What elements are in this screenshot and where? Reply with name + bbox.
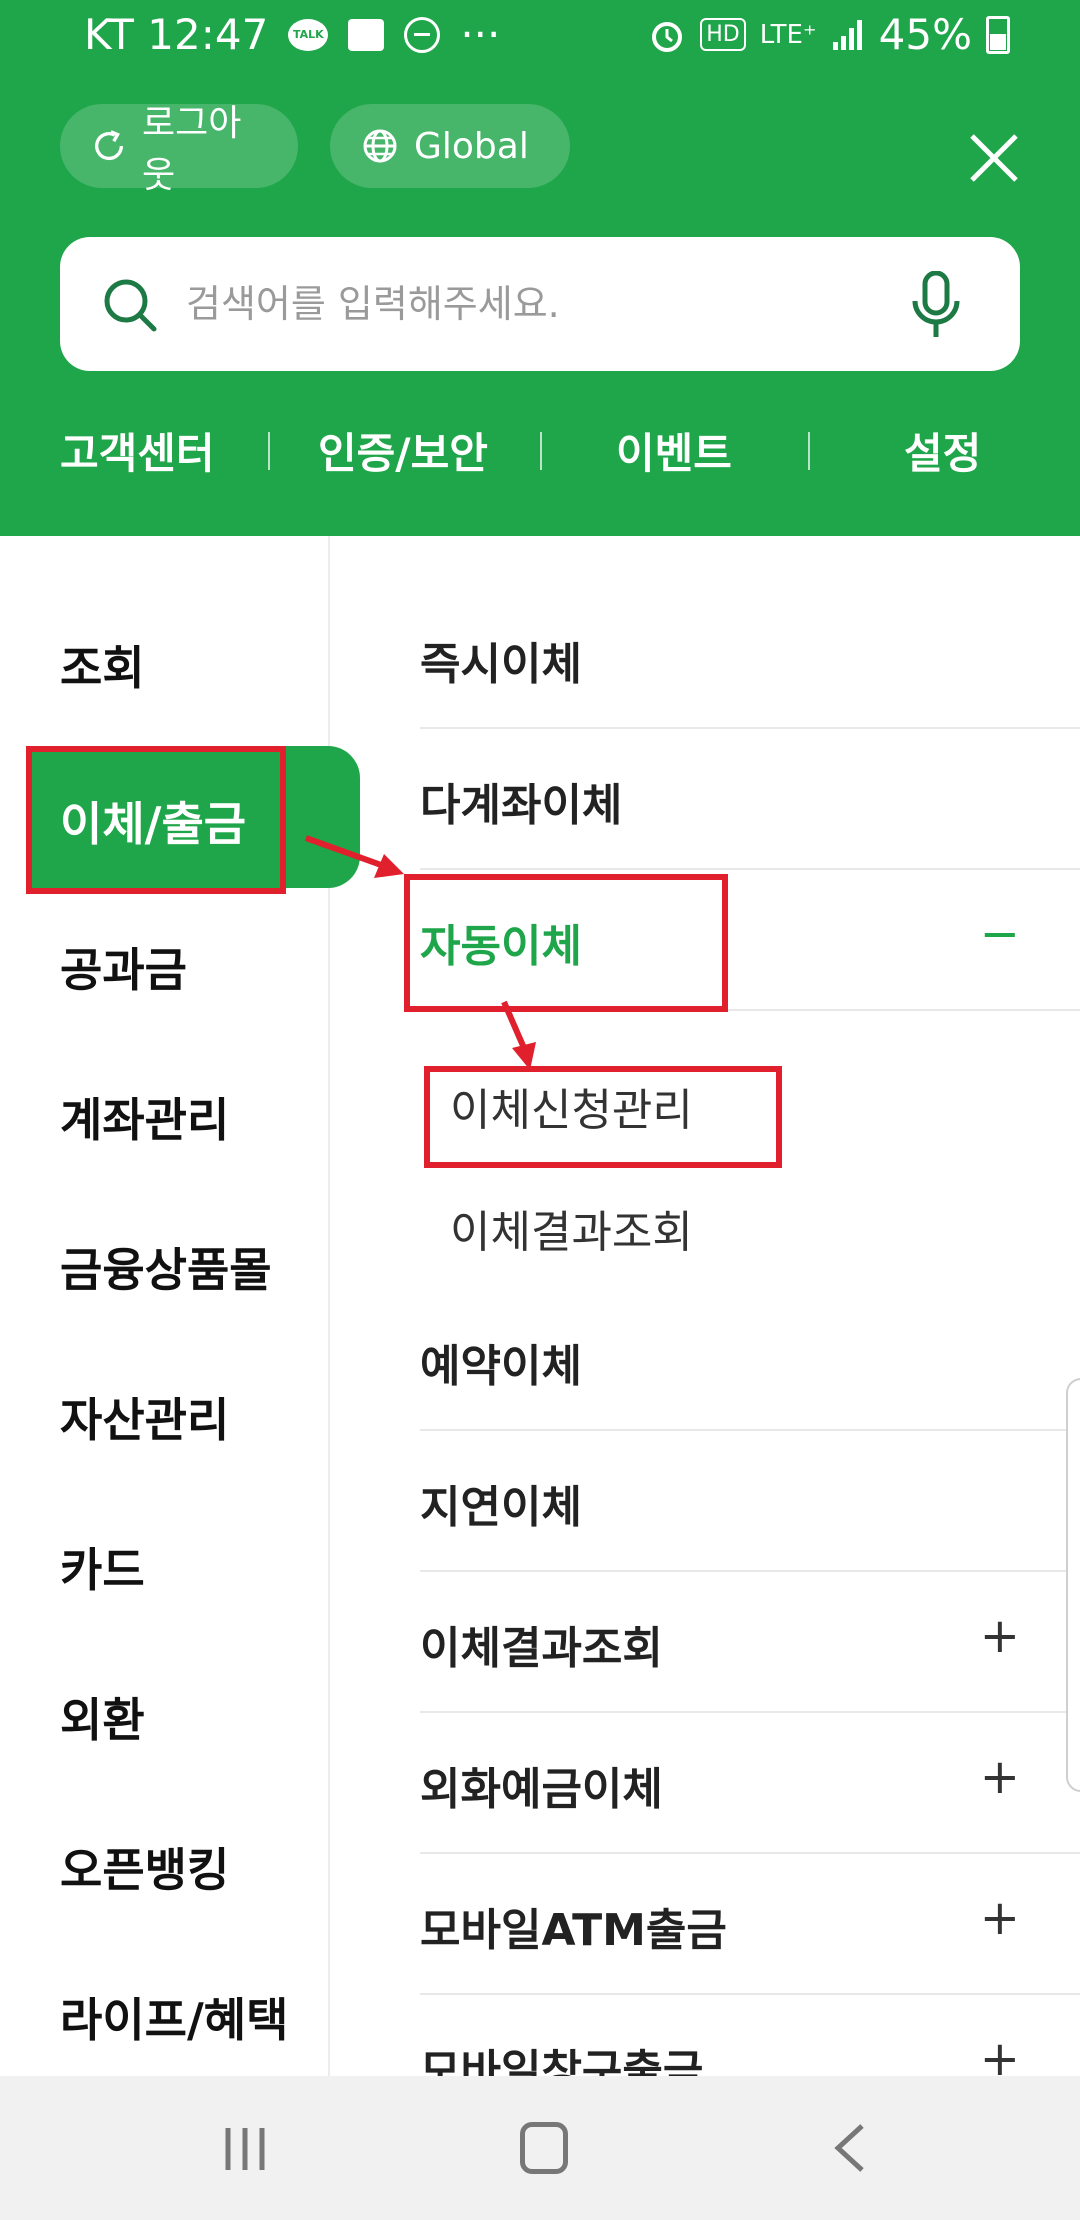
expand-icon[interactable]: + (980, 1749, 1020, 1805)
carrier-time: KT 12:47 (84, 10, 269, 59)
logout-label: 로그아웃 (142, 103, 242, 196)
submenu-item[interactable]: 모바일창구출금 + (420, 1995, 1080, 2076)
search-input[interactable] (186, 267, 826, 341)
left-nav-item-utility[interactable]: 공과금 (60, 934, 187, 1000)
scrollbar-handle[interactable] (1066, 1378, 1080, 1792)
sub-item-transfer-result[interactable]: 이체결과조회 (450, 1196, 693, 1260)
quick-nav-customer-center[interactable]: 고객센터 (60, 420, 215, 481)
battery-icon (986, 15, 1010, 54)
back-icon[interactable] (830, 2122, 870, 2174)
mic-icon[interactable] (908, 271, 964, 339)
left-nav-item-account[interactable]: 계좌관리 (60, 1084, 229, 1150)
expand-icon[interactable]: + (980, 1608, 1020, 1664)
quick-nav-divider (268, 432, 270, 470)
left-nav-item-life-benefit[interactable]: 라이프/혜택 (60, 1984, 288, 2050)
submenu-item-label: 즉시이체 (420, 639, 582, 690)
search-icon[interactable] (100, 275, 160, 335)
quick-nav-auth-security[interactable]: 인증/보안 (318, 420, 488, 481)
left-nav-item-assets[interactable]: 자산관리 (60, 1384, 229, 1450)
signal-icon (832, 19, 862, 50)
alarm-icon (652, 21, 683, 52)
lte-icon: LTE⁺ (759, 19, 817, 50)
system-nav-bar (0, 2076, 1080, 2220)
submenu-list: 즉시이체 다계좌이체 자동이체 − 이체신청관리 이체결과조회 예약이체 지연이… (420, 536, 1080, 2076)
refresh-icon (95, 130, 124, 161)
quick-nav-settings[interactable]: 설정 (904, 420, 981, 481)
left-nav-item-products[interactable]: 금융상품몰 (60, 1234, 272, 1300)
submenu-item[interactable]: 이체결과조회 + (420, 1572, 1080, 1713)
submenu-item[interactable]: 모바일ATM출금 + (420, 1854, 1080, 1995)
submenu-item-label: 예약이체 (420, 1341, 582, 1392)
recent-apps-icon[interactable] (222, 2126, 268, 2172)
collapse-icon[interactable]: − (980, 906, 1020, 962)
expand-icon[interactable]: + (980, 1890, 1020, 1946)
global-button[interactable]: Global (330, 104, 570, 188)
quick-nav-event[interactable]: 이벤트 (616, 420, 732, 481)
submenu-item[interactable]: 다계좌이체 (420, 729, 1080, 870)
status-right: HD LTE⁺ 45% (648, 10, 1010, 59)
submenu-item[interactable]: 외화예금이체 + (420, 1713, 1080, 1854)
talk-icon: TALK (288, 18, 329, 51)
do-not-disturb-icon (404, 16, 441, 53)
submenu-item-label: 이체결과조회 (420, 1623, 663, 1674)
expand-icon[interactable]: + (980, 2031, 1020, 2076)
left-nav-item-card[interactable]: 카드 (60, 1534, 145, 1600)
highlight-box-transfer (26, 746, 286, 894)
submenu-item[interactable]: 예약이체 (420, 1290, 1080, 1431)
quick-nav: 고객센터 인증/보안 이벤트 설정 (0, 420, 1080, 490)
left-nav-item-openbanking[interactable]: 오픈뱅킹 (60, 1834, 229, 1900)
left-nav-item-inquiry[interactable]: 조회 (60, 632, 145, 698)
search-bar (60, 237, 1020, 371)
logout-button[interactable]: 로그아웃 (60, 103, 298, 196)
globe-icon (363, 129, 397, 163)
arrow-icon (304, 835, 404, 878)
header: KT 12:47 TALK ··· HD LTE⁺ 45% 로그아웃 Globa… (0, 0, 1080, 536)
home-icon[interactable] (520, 2122, 568, 2174)
submenu-item-label: 모바일창구출금 (420, 2046, 704, 2076)
status-left: KT 12:47 TALK ··· (84, 10, 500, 59)
highlight-box-auto-transfer (404, 874, 728, 1012)
submenu-item[interactable]: 지연이체 (420, 1431, 1080, 1572)
submenu-item[interactable]: 즉시이체 (420, 588, 1080, 729)
hd-icon: HD (700, 18, 746, 51)
arrow-icon (501, 1000, 536, 1070)
battery-percent: 45% (878, 10, 972, 59)
close-icon[interactable] (966, 130, 1022, 186)
submenu-item-label: 다계좌이체 (420, 780, 623, 831)
quick-nav-divider (808, 432, 810, 470)
global-label: Global (414, 125, 529, 167)
more-notifications: ··· (460, 10, 501, 59)
status-bar: KT 12:47 TALK ··· HD LTE⁺ 45% (0, 0, 1080, 72)
left-nav-item-forex[interactable]: 외환 (60, 1684, 145, 1750)
submenu-item-label: 모바일ATM출금 (420, 1905, 727, 1956)
quick-nav-divider (540, 432, 542, 470)
image-icon (348, 18, 385, 51)
submenu-item-label: 지연이체 (420, 1482, 582, 1533)
submenu-item-label: 외화예금이체 (420, 1764, 663, 1815)
highlight-box-application (424, 1066, 782, 1168)
